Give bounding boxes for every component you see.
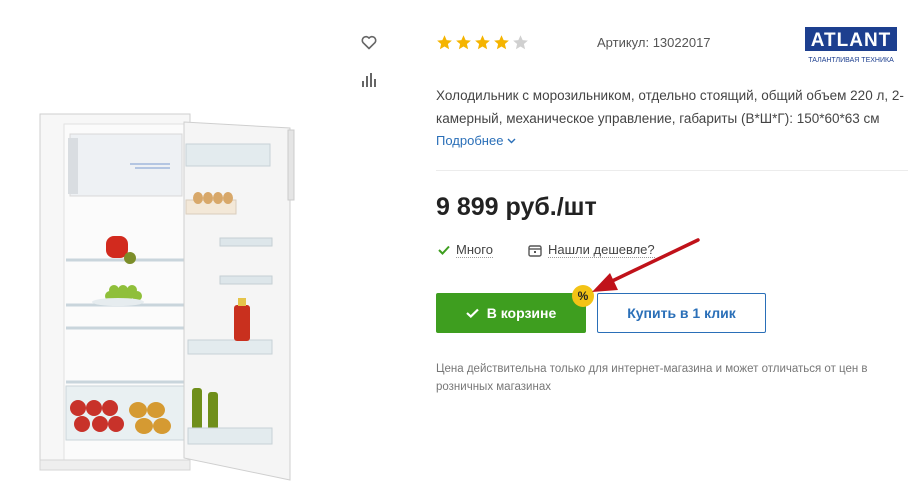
star-filled-icon <box>456 35 471 50</box>
more-link[interactable]: Подробнее <box>436 133 516 148</box>
bar-chart-icon <box>362 73 376 87</box>
rating-stars <box>436 34 529 51</box>
found-cheaper-label: Нашли дешевле? <box>548 242 655 258</box>
compare-button[interactable] <box>356 67 382 93</box>
article-number: Артикул: 13022017 <box>597 35 711 50</box>
product-description: Холодильник с морозильником, отдельно ст… <box>436 88 904 126</box>
product-image[interactable] <box>20 100 320 490</box>
star-filled-icon <box>494 35 509 50</box>
chevron-down-icon <box>507 138 516 143</box>
star-empty-icon <box>513 35 528 50</box>
found-cheaper-link[interactable]: Нашли дешевле? <box>528 242 655 258</box>
in-cart-button[interactable]: В корзине <box>436 293 586 333</box>
price-note: Цена действительна только для интернет-м… <box>436 363 868 393</box>
heart-icon <box>361 35 377 49</box>
stock-label: Много <box>456 242 493 258</box>
check-icon <box>438 245 450 255</box>
favorite-button[interactable] <box>356 29 382 55</box>
star-filled-icon <box>475 35 490 50</box>
discount-badge[interactable]: % <box>572 285 594 307</box>
in-cart-label: В корзине <box>486 305 557 321</box>
price: 9 899 руб./шт <box>436 193 597 221</box>
stock-status: Много <box>438 242 493 258</box>
divider <box>436 170 908 171</box>
svg-text:ATLANT: ATLANT <box>811 30 892 51</box>
tag-icon <box>528 244 542 257</box>
brand-logo[interactable]: ATLANT ТАЛАНТЛИВАЯ ТЕХНИКА <box>805 27 897 65</box>
buy-one-click-button[interactable]: Купить в 1 клик <box>597 293 766 333</box>
more-label: Подробнее <box>436 133 504 148</box>
svg-text:ТАЛАНТЛИВАЯ ТЕХНИКА: ТАЛАНТЛИВАЯ ТЕХНИКА <box>808 57 894 64</box>
star-filled-icon <box>437 35 452 50</box>
check-icon <box>465 308 479 318</box>
